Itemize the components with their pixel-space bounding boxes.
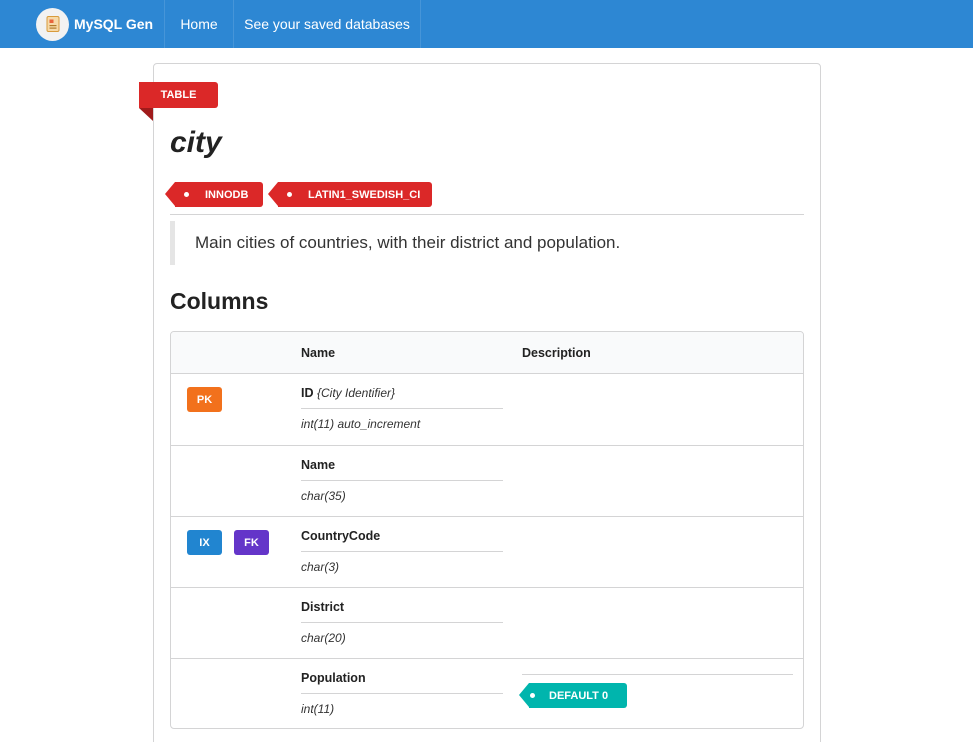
column-comment: {City Identifier} [316,386,396,400]
name-column-header: Name [301,346,336,360]
collation-tag-label: LATIN1_SWEDISH_CI [308,188,421,201]
column-name-text: District [301,600,345,614]
table-row: Population int(11) DEFAULT 0 [171,658,803,728]
default-value-label: DEFAULT 0 [549,689,609,702]
column-type: int(11) auto_increment [301,417,421,431]
column-type: int(11) [301,702,335,716]
column-type: char(3) [301,560,340,574]
table-row: PK ID {City Identifier} int(11) auto_inc… [171,374,803,445]
column-divider [301,693,503,694]
brand-name: MySQL Gen [74,16,154,32]
table-header-row: Name Description [171,332,803,374]
brand-link[interactable]: MySQL Gen [21,0,165,48]
database-file-icon [36,7,69,41]
top-navbar: MySQL Gen Home See your saved databases [0,0,973,48]
column-name-text: ID [301,386,314,400]
column-type: char(20) [301,631,346,645]
table-ribbon-label: TABLE [139,82,218,108]
columns-heading: Columns [170,288,269,314]
table-row: IX FK CountryCode char(3) [171,516,803,587]
collation-tag: LATIN1_SWEDISH_CI [268,182,432,207]
table-name-heading: city [170,126,222,159]
nav-saved-databases-link[interactable]: See your saved databases [234,0,421,48]
column-name-text: Population [301,671,366,685]
header-divider [170,214,804,215]
table-row: District char(20) [171,587,803,658]
column-divider [301,622,503,623]
engine-tag-label: INNODB [205,188,249,201]
nav-home-link[interactable]: Home [165,0,234,48]
column-name: Population [301,671,366,685]
column-divider [301,408,503,409]
index-badge: IX [187,530,222,555]
column-divider [301,480,503,481]
tag-dot-icon [184,192,189,197]
table-row: Name char(35) [171,445,803,516]
primary-key-badge: PK [187,387,222,412]
column-type: char(35) [301,489,346,503]
column-name: District [301,600,344,614]
foreign-key-badge: FK [234,530,269,555]
column-name: CountryCode [301,529,380,543]
table-description: Main cities of countries, with their dis… [170,221,804,265]
description-column-header: Description [522,346,591,360]
column-divider [301,551,503,552]
engine-tag: INNODB [165,182,263,207]
description-divider [522,674,793,675]
column-name-text: Name [301,458,336,472]
column-name: ID {City Identifier} [301,386,395,400]
column-name-text: CountryCode [301,529,381,543]
columns-table: Name Description PK ID {City Identifier}… [170,331,804,729]
column-name: Name [301,458,335,472]
default-value-tag: DEFAULT 0 [519,683,627,708]
ribbon-fold [139,108,153,121]
tag-dot-icon [287,192,292,197]
tag-dot-icon [530,693,535,698]
